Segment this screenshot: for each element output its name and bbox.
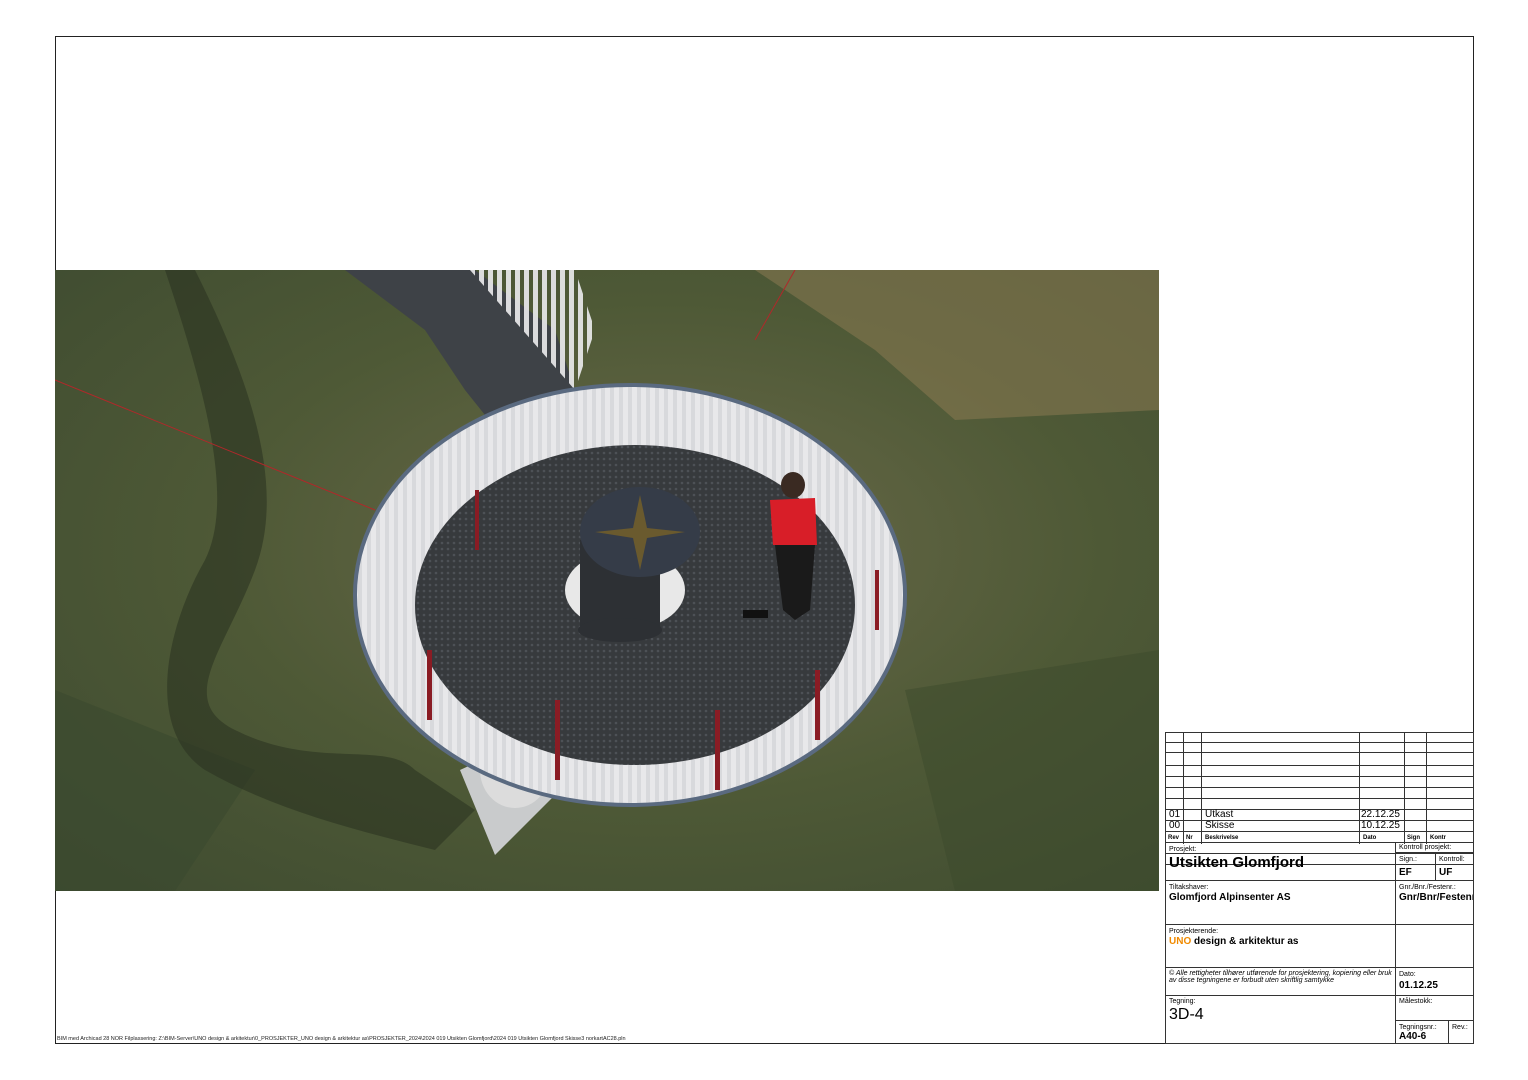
property-label: Gnr./Bnr./Festenr.: bbox=[1399, 884, 1456, 891]
title-block: 01 Utkast 22.12.25 00 Skisse 10.12.25 Re… bbox=[1165, 732, 1474, 1044]
rev-1-date: 22.12.25 bbox=[1361, 809, 1400, 820]
hdr-rev: Rev bbox=[1168, 835, 1180, 841]
designer-rest: design & arkitektur as bbox=[1191, 936, 1299, 947]
file-path-footnote: BIM med Archicad 28 NOR Filplassering: Z… bbox=[57, 1036, 626, 1042]
rev-0-description: Skisse bbox=[1205, 820, 1235, 831]
hdr-nr: Nr bbox=[1186, 835, 1193, 841]
hdr-date: Dato bbox=[1363, 835, 1377, 841]
date-value: 01.12.25 bbox=[1399, 980, 1438, 991]
control-label: Kontroll prosjekt: bbox=[1399, 844, 1452, 851]
scale-label: Målestokk: bbox=[1399, 998, 1433, 1005]
property-value: Gnr/Bnr/Festenr bbox=[1399, 893, 1473, 903]
revision-label: Rev.: bbox=[1452, 1024, 1468, 1031]
project-label: Prosjekt: bbox=[1169, 846, 1197, 853]
rev-0-date: 10.12.25 bbox=[1361, 820, 1400, 831]
sign-value: EF bbox=[1399, 867, 1412, 878]
hdr-description: Beskrivelse bbox=[1205, 835, 1239, 841]
drawing-label: Tegning: bbox=[1169, 998, 1196, 1005]
3d-render-image bbox=[55, 270, 1159, 891]
hdr-kontr: Kontr bbox=[1430, 835, 1446, 841]
project-name: Utsikten Glomfjord bbox=[1169, 854, 1305, 871]
kontroll-label: Kontroll: bbox=[1439, 856, 1465, 863]
rev-0-number: 00 bbox=[1169, 820, 1181, 831]
drawing-number-value: A40-6 bbox=[1399, 1031, 1427, 1042]
kontroll-value: UF bbox=[1439, 867, 1453, 878]
owner-label: Tiltakshaver: bbox=[1169, 884, 1209, 891]
designer-name: UNO design & arkitektur as bbox=[1169, 937, 1299, 947]
date-label: Dato: bbox=[1399, 971, 1416, 978]
owner-name: Glomfjord Alpinsenter AS bbox=[1169, 892, 1291, 903]
rev-1-number: 01 bbox=[1169, 809, 1181, 820]
drawing-value: 3D-4 bbox=[1169, 1006, 1204, 1023]
rev-1-description: Utkast bbox=[1205, 809, 1234, 820]
designer-label: Prosjekterende: bbox=[1169, 928, 1219, 935]
drawing-number-label: Tegningsnr.: bbox=[1399, 1024, 1437, 1031]
designer-brand: UNO bbox=[1169, 936, 1192, 947]
hdr-sign: Sign bbox=[1407, 835, 1420, 841]
copyright-notice: © Alle rettigheter tilhører utførende fo… bbox=[1169, 970, 1392, 984]
sign-label: Sign.: bbox=[1399, 856, 1417, 863]
